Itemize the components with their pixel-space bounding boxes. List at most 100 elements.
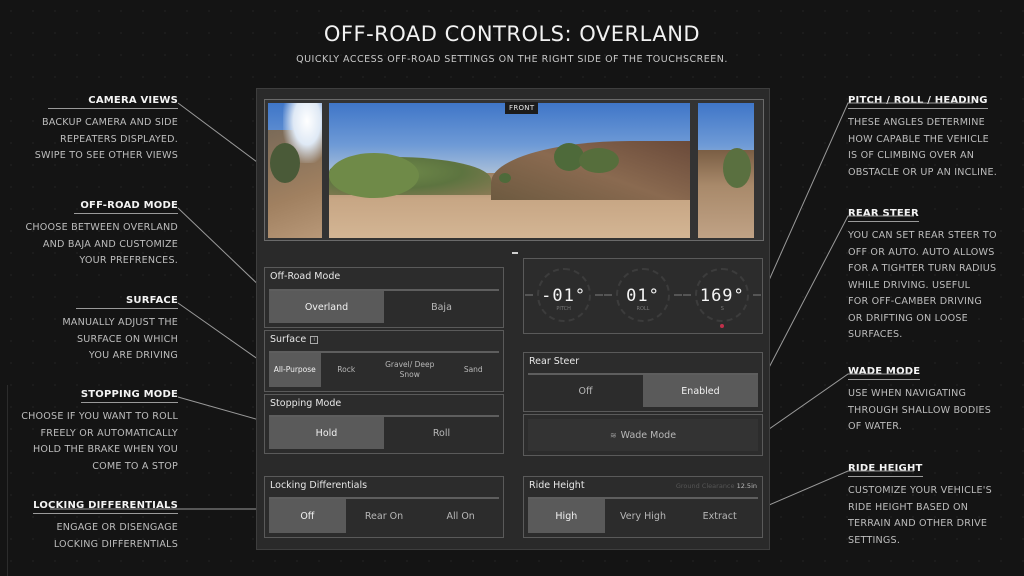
callout-stopping-mode: STOPPING MODE CHOOSE IF YOU WANT TO ROLL…	[21, 382, 178, 475]
heading-gauge: 169° S	[683, 264, 762, 328]
camera-page-indicator[interactable]	[512, 252, 518, 254]
callout-title: LOCKING DIFFERENTIALS	[33, 500, 178, 514]
locking-differentials-title: Locking Differentials	[270, 480, 368, 491]
callout-line: YOUR PREFRENCES.	[79, 255, 178, 266]
ride-height-high[interactable]: High	[528, 499, 605, 533]
stopping-mode-roll[interactable]: Roll	[384, 417, 499, 449]
camera-views[interactable]: FRONT	[264, 99, 764, 254]
callout-line: WHILE DRIVING. USEFUL	[848, 279, 971, 291]
ride-height-panel: Ride Height Ground Clearance 12.5in High…	[523, 476, 763, 538]
info-icon[interactable]: i	[310, 336, 319, 344]
callout-line: REPEATERS DISPLAYED.	[60, 133, 178, 145]
gauges: -01° PITCH 01° ROLL 169° S	[524, 259, 762, 333]
callout-offroad-mode: OFF-ROAD MODE CHOOSE BETWEEN OVERLAND AN…	[25, 193, 178, 270]
rear-steer-off[interactable]: Off	[528, 375, 643, 407]
offroad-mode-baja[interactable]: Baja	[384, 291, 499, 323]
callout-line: TERRAIN AND OTHER DRIVE	[848, 518, 988, 529]
callout-ride-height: RIDE HEIGHT CUSTOMIZE YOUR VEHICLE'S RID…	[848, 456, 992, 549]
callout-body: YOU CAN SET REAR STEER TO OFF OR AUTO. A…	[848, 228, 997, 344]
rear-steer-panel: Rear Steer Off Enabled	[523, 352, 763, 412]
leader-offroad-mode	[177, 207, 267, 293]
offroad-mode-overland[interactable]: Overland	[269, 291, 384, 323]
callout-line: MANUALLY ADJUST THE	[62, 317, 178, 328]
rear-steer-selector: Off Enabled	[528, 373, 758, 407]
wade-mode-button[interactable]: ≋ Wade Mode	[528, 419, 758, 451]
locking-differentials-rear-on[interactable]: Rear On	[346, 499, 423, 533]
locking-differentials-panel: Locking Differentials Off Rear On All On	[264, 476, 504, 538]
roll-gauge: 01° ROLL	[603, 264, 682, 328]
surface-all-purpose[interactable]: All-Purpose	[269, 353, 321, 387]
callout-line: BACKUP CAMERA AND SIDE	[42, 117, 178, 128]
callout-line: CUSTOMIZE YOUR VEHICLE'S	[848, 485, 992, 496]
decorative-line	[7, 385, 8, 576]
callout-title: RIDE HEIGHT	[848, 463, 923, 477]
ground-clearance-value: 12.5in	[736, 482, 757, 490]
callout-line: HOLD THE BRAKE WHEN YOU	[32, 444, 178, 455]
surface-title-text: Surface	[270, 334, 307, 345]
locking-differentials-off[interactable]: Off	[269, 499, 346, 533]
rear-steer-enabled[interactable]: Enabled	[643, 375, 758, 407]
leader-surface	[177, 302, 263, 363]
page-title: OFF-ROAD CONTROLS: OVERLAND	[323, 22, 701, 46]
surface-selector: All-Purpose Rock Gravel/ Deep Snow Sand	[269, 351, 499, 387]
callout-line: YOU ARE DRIVING	[88, 350, 178, 361]
camera-front[interactable]	[329, 103, 690, 238]
camera-right-repeater[interactable]	[698, 103, 754, 238]
camera-left-repeater[interactable]	[268, 103, 322, 238]
offroad-mode-title: Off-Road Mode	[270, 271, 341, 282]
callout-line: LOCKING DIFFERENTIALS	[53, 538, 178, 550]
callout-line: COME TO A STOP	[92, 460, 178, 472]
callout-line: SURFACE ON WHICH	[76, 333, 178, 345]
callout-line: OF WATER.	[848, 421, 902, 432]
callout-line: CHOOSE BETWEEN OVERLAND	[25, 222, 178, 233]
roll-value: 01°	[626, 286, 660, 306]
touchscreen: FRONT Off-Road Mode Overland Baja Surfac…	[256, 88, 770, 550]
callout-body: THESE ANGLES DETERMINE HOW CAPABLE THE V…	[848, 115, 997, 181]
offroad-mode-selector: Overland Baja	[269, 289, 499, 323]
callout-line: OR DRIFTING ON LOOSE	[848, 312, 968, 324]
ride-height-selector: High Very High Extract	[528, 497, 758, 533]
stopping-mode-panel: Stopping Mode Hold Roll	[264, 394, 504, 454]
locking-differentials-all-on[interactable]: All On	[422, 499, 499, 533]
roll-label: ROLL	[636, 306, 650, 312]
callout-title: PITCH / ROLL / HEADING	[848, 95, 988, 109]
surface-sand[interactable]: Sand	[448, 353, 500, 387]
wade-mode-label: Wade Mode	[620, 429, 677, 441]
callout-body: MANUALLY ADJUST THE SURFACE ON WHICH YOU…	[62, 315, 178, 365]
callout-rear-steer: REAR STEER YOU CAN SET REAR STEER TO OFF…	[848, 201, 997, 344]
callout-line: ENGAGE OR DISENGAGE	[56, 522, 178, 533]
callout-line: HOW CAPABLE THE VEHICLE	[848, 133, 989, 145]
callout-body: CUSTOMIZE YOUR VEHICLE'S RIDE HEIGHT BAS…	[848, 483, 992, 549]
callout-line: FOR OFF-CAMBER DRIVING	[848, 296, 983, 307]
rear-steer-title: Rear Steer	[529, 356, 580, 367]
callout-line: OBSTACLE OR UP AN INCLINE.	[848, 166, 997, 178]
leader-stopping-mode	[177, 396, 264, 422]
wade-mode-panel: ≋ Wade Mode	[523, 414, 763, 456]
callout-body: USE WHEN NAVIGATING THROUGH SHALLOW BODI…	[848, 386, 991, 436]
callout-locking-differentials: LOCKING DIFFERENTIALS ENGAGE OR DISENGAG…	[33, 493, 178, 553]
surface-gravel-deep-snow[interactable]: Gravel/ Deep Snow	[372, 353, 448, 387]
ride-height-very-high[interactable]: Very High	[605, 499, 682, 533]
callout-title: WADE MODE	[848, 366, 921, 380]
callout-title: CAMERA VIEWS	[48, 95, 178, 109]
pitch-value: -01°	[541, 286, 587, 306]
leader-camera-views	[177, 102, 266, 169]
callout-line: IS OF CLIMBING OVER AN	[848, 150, 975, 161]
surface-rock[interactable]: Rock	[321, 353, 373, 387]
ground-clearance-label: Ground Clearance	[675, 482, 735, 490]
offroad-mode-panel: Off-Road Mode Overland Baja	[264, 267, 504, 328]
surface-panel: Surface i All-Purpose Rock Gravel/ Deep S…	[264, 330, 504, 392]
callout-title: STOPPING MODE	[80, 389, 178, 403]
heading-label: S	[720, 306, 724, 312]
callout-line: SETTINGS.	[848, 534, 901, 546]
heading-value: 169°	[699, 286, 745, 306]
callout-surface: SURFACE MANUALLY ADJUST THE SURFACE ON W…	[62, 288, 178, 365]
callout-pitch-roll-heading: PITCH / ROLL / HEADING THESE ANGLES DETE…	[848, 88, 997, 181]
pitch-roll-heading-panel: -01° PITCH 01° ROLL 169° S	[523, 258, 763, 334]
stopping-mode-hold[interactable]: Hold	[269, 417, 384, 449]
callout-line: SWIPE TO SEE OTHER VIEWS	[34, 150, 178, 161]
ride-height-extract[interactable]: Extract	[681, 499, 758, 533]
callout-line: AND BAJA AND CUSTOMIZE	[42, 238, 178, 250]
callout-line: THROUGH SHALLOW BODIES	[848, 404, 992, 416]
callout-body: BACKUP CAMERA AND SIDE REPEATERS DISPLAY…	[35, 115, 178, 165]
